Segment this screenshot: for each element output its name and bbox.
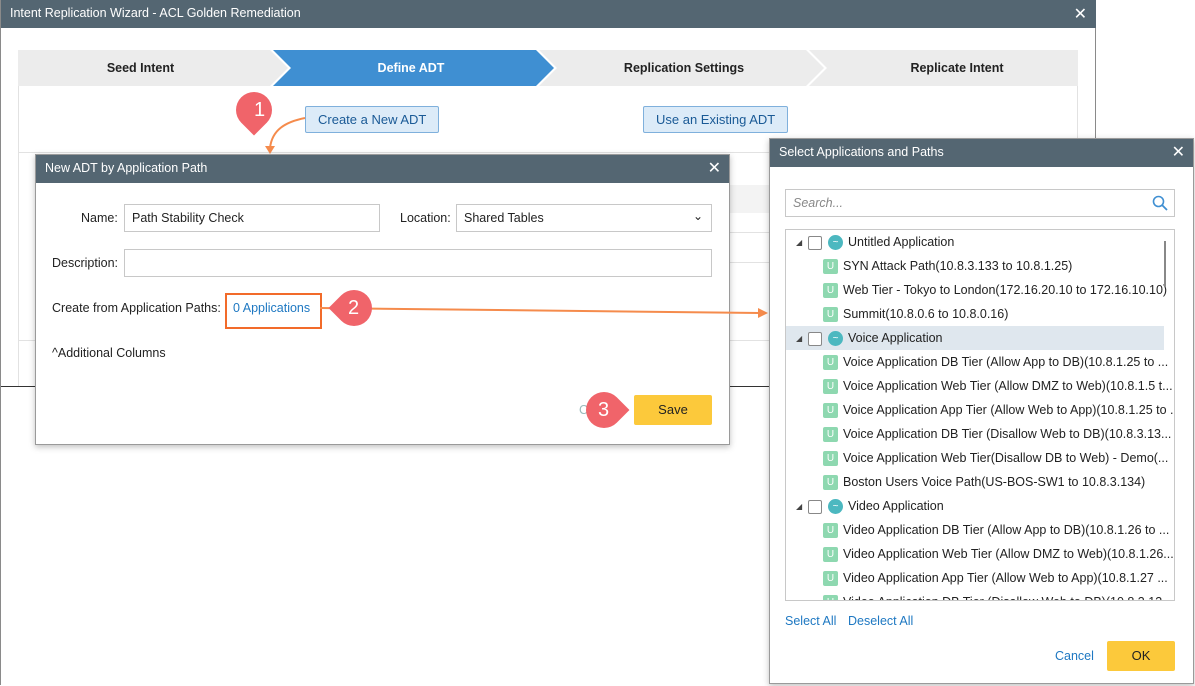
tree-path[interactable]: U Voice Application Web Tier(Disallow DB … xyxy=(786,446,1168,470)
path-label: SYN Attack Path(10.8.3.133 to 10.8.1.25) xyxy=(843,259,1073,273)
tree-group[interactable]: ◢ ~ Untitled Application xyxy=(786,230,1164,254)
tree-path[interactable]: U Boston Users Voice Path(US-BOS-SW1 to 1… xyxy=(786,470,1145,494)
tree-path[interactable]: U Voice Application DB Tier (Disallow Web… xyxy=(786,422,1171,446)
tree-path[interactable]: U Video Application Web Tier (Allow DMZ t… xyxy=(786,542,1174,566)
tree-path[interactable]: U Video Application App Tier (Allow Web t… xyxy=(786,566,1168,590)
path-u-icon: U xyxy=(823,427,838,443)
group-checkbox[interactable] xyxy=(808,499,822,514)
path-label: Boston Users Voice Path(US-BOS-SW1 to 10… xyxy=(843,475,1146,489)
path-u-icon: U xyxy=(823,259,838,275)
path-label: Voice Application Web Tier(Disallow DB t… xyxy=(843,451,1169,465)
path-u-icon: U xyxy=(823,523,838,539)
group-checkbox[interactable] xyxy=(808,235,822,250)
select-apps-titlebar: Select Applications and Paths ✕ xyxy=(770,139,1193,167)
group-label: Untitled Application xyxy=(848,235,955,249)
callout-3: 3 xyxy=(598,399,610,421)
application-icon: ~ xyxy=(828,331,843,347)
tree-group[interactable]: ◢ ~ Voice Application xyxy=(786,326,1164,350)
path-u-icon: U xyxy=(823,355,838,371)
application-icon: ~ xyxy=(828,235,843,251)
group-label: Video Application xyxy=(848,499,944,513)
path-label: Voice Application App Tier (Allow Web to… xyxy=(843,403,1175,417)
path-label: Video Application DB Tier (Allow App to … xyxy=(843,523,1170,537)
select-apps-dialog: Select Applications and Paths ✕ Search..… xyxy=(769,138,1194,684)
path-u-icon: U xyxy=(823,379,838,395)
search-placeholder: Search... xyxy=(793,196,844,210)
path-label: Web Tier - Tokyo to London(172.16.20.10 … xyxy=(843,283,1168,297)
cancel-button[interactable]: Cancel xyxy=(1055,649,1094,663)
path-label: Video Application Web Tier (Allow DMZ to… xyxy=(843,547,1174,561)
application-tree[interactable]: ◢ ~ Untitled Application U SYN Attack Path(1… xyxy=(785,229,1175,601)
path-label: Summit(10.8.0.6 to 10.8.0.16) xyxy=(843,307,1009,321)
close-icon[interactable]: ✕ xyxy=(1172,142,1185,162)
search-input[interactable]: Search... xyxy=(785,189,1175,217)
deselect-all-link[interactable]: Deselect All xyxy=(848,614,913,628)
path-label: Voice Application Web Tier (Allow DMZ to… xyxy=(843,379,1173,393)
tree-group[interactable]: ◢ ~ Video Application xyxy=(786,494,1164,518)
scrollbar[interactable] xyxy=(1164,241,1166,287)
callout-2: 2 xyxy=(348,297,360,319)
tree-path[interactable]: U Video Application DB Tier (Disallow Web… xyxy=(786,590,1173,600)
arrow-2-head xyxy=(758,308,768,318)
search-icon[interactable] xyxy=(1152,195,1168,211)
expand-triangle-icon[interactable]: ◢ xyxy=(796,495,808,519)
path-label: Voice Application DB Tier (Disallow Web … xyxy=(843,427,1172,441)
tree-path[interactable]: U Web Tier - Tokyo to London(172.16.20.10… xyxy=(786,278,1167,302)
tree-path[interactable]: U Summit(10.8.0.6 to 10.8.0.16) xyxy=(786,302,1008,326)
callout-1: 1 xyxy=(254,99,266,121)
path-u-icon: U xyxy=(823,403,838,419)
path-u-icon: U xyxy=(823,595,838,600)
path-u-icon: U xyxy=(823,451,838,467)
select-apps-title: Select Applications and Paths xyxy=(779,145,944,159)
group-checkbox[interactable] xyxy=(808,331,822,346)
path-label: Video Application DB Tier (Disallow Web … xyxy=(843,595,1173,600)
expand-triangle-icon[interactable]: ◢ xyxy=(796,231,808,255)
tree-path[interactable]: U Voice Application DB Tier (Allow App to… xyxy=(786,350,1168,374)
tree-path[interactable]: U Voice Application App Tier (Allow Web t… xyxy=(786,398,1175,422)
tree-path[interactable]: U SYN Attack Path(10.8.3.133 to 10.8.1.25… xyxy=(786,254,1072,278)
path-u-icon: U xyxy=(823,475,838,491)
path-u-icon: U xyxy=(823,571,838,587)
ok-button[interactable]: OK xyxy=(1107,641,1175,671)
arrow-2 xyxy=(319,307,761,314)
select-all-link[interactable]: Select All xyxy=(785,614,836,628)
path-u-icon: U xyxy=(823,283,838,299)
tree-path[interactable]: U Video Application DB Tier (Allow App to… xyxy=(786,518,1169,542)
path-label: Voice Application DB Tier (Allow App to … xyxy=(843,355,1169,369)
tree-path[interactable]: U Voice Application Web Tier (Allow DMZ t… xyxy=(786,374,1173,398)
application-icon: ~ xyxy=(828,499,843,515)
path-label: Video Application App Tier (Allow Web to… xyxy=(843,571,1168,585)
expand-triangle-icon[interactable]: ◢ xyxy=(796,327,808,351)
path-u-icon: U xyxy=(823,307,838,323)
group-label: Voice Application xyxy=(848,331,943,345)
path-u-icon: U xyxy=(823,547,838,563)
